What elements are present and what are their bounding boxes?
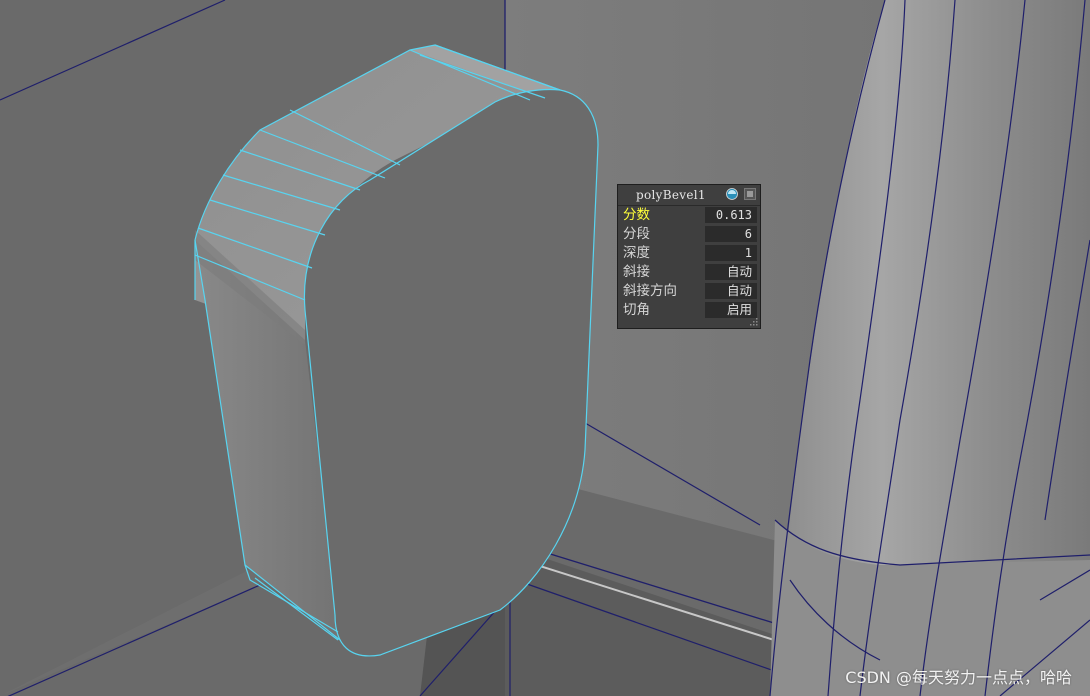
attr-row-chamfer[interactable]: 切角 启用 [621,301,757,319]
attr-value-field[interactable]: 1 [705,245,757,261]
3d-viewport[interactable]: polyBevel1 分数 0.613 分段 6 深度 1 斜接 自动 斜接方向… [0,0,1090,696]
in-view-editor-panel[interactable]: polyBevel1 分数 0.613 分段 6 深度 1 斜接 自动 斜接方向… [617,184,761,329]
attr-label: 切角 [623,302,650,318]
attr-value-dropdown[interactable]: 自动 [705,283,757,299]
attr-label: 分段 [623,226,650,242]
panel-title: polyBevel1 [636,188,706,202]
attr-row-depth[interactable]: 深度 1 [621,244,757,262]
attr-label: 深度 [623,245,650,261]
attr-label: 斜接方向 [623,283,677,299]
watermark: CSDN @每天努力一点点，哈哈 [845,668,1072,687]
globe-icon[interactable] [726,188,738,200]
attr-row-miter-direction[interactable]: 斜接方向 自动 [621,282,757,300]
panel-header: polyBevel1 [618,185,760,206]
attr-value-field[interactable]: 0.613 [705,207,757,223]
resize-grip-icon[interactable] [749,317,758,326]
beveled-box [194,44,599,657]
attr-value-dropdown[interactable]: 启用 [705,302,757,318]
hamburger-menu-icon[interactable] [744,188,756,200]
scene-geometry [0,0,1090,696]
attr-value-field[interactable]: 6 [705,226,757,242]
attr-label: 分数 [623,207,650,223]
attr-row-segments[interactable]: 分段 6 [621,225,757,243]
attr-row-fraction[interactable]: 分数 0.613 [621,206,757,224]
attr-row-miter[interactable]: 斜接 自动 [621,263,757,281]
attr-value-dropdown[interactable]: 自动 [705,264,757,280]
attr-label: 斜接 [623,264,650,280]
